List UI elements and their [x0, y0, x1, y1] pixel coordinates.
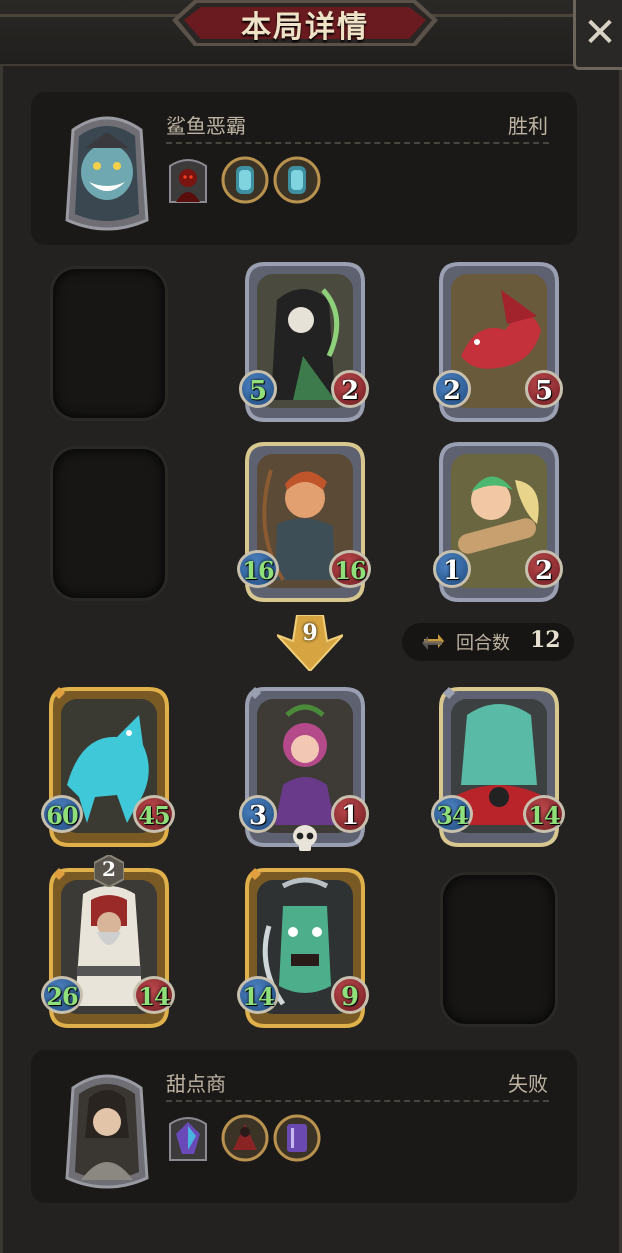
- turn-marker-number: 9: [302, 620, 318, 646]
- swap-arrows-icon: [422, 634, 444, 650]
- level-number: 2: [102, 857, 116, 881]
- attack-stat: 14: [237, 976, 279, 1014]
- unit-card-fairy[interactable]: 1 2: [433, 440, 563, 604]
- blue-potion-relic-icon[interactable]: [221, 156, 269, 204]
- health-stat: 14: [523, 795, 565, 833]
- attack-stat: 2: [433, 370, 471, 408]
- page-title: 本局详情: [241, 10, 369, 45]
- player-result: 失败: [508, 1072, 548, 1096]
- health-stat: 1: [331, 795, 369, 833]
- close-icon[interactable]: ✕: [580, 10, 620, 56]
- attack-stat: 26: [41, 976, 83, 1014]
- unit-card-red-dragon[interactable]: 2 5: [433, 260, 563, 424]
- attack-stat: 1: [433, 550, 471, 588]
- attack-stat: 16: [237, 550, 279, 588]
- unit-card-hooded-sage[interactable]: 26 14: [41, 866, 175, 1030]
- attack-stat: 5: [239, 370, 277, 408]
- player-name: 甜点商: [166, 1072, 226, 1096]
- divider: [166, 1100, 549, 1102]
- close-button[interactable]: ✕: [573, 0, 622, 70]
- health-stat: 14: [133, 976, 175, 1014]
- round-label: 回合数: [456, 633, 510, 654]
- dark-figure-relic-icon[interactable]: [164, 156, 212, 204]
- red-cloak-relic-icon[interactable]: [221, 1114, 269, 1162]
- dessert-merchant-portrait-icon: [59, 1068, 155, 1192]
- health-stat: 45: [133, 795, 175, 833]
- unit-card-forest-totem[interactable]: 14 9: [237, 866, 369, 1030]
- opponent-name: 鲨鱼恶霸: [166, 114, 246, 138]
- round-counter: 回合数 12: [402, 623, 574, 661]
- unit-card-grim-reaper[interactable]: 5 2: [239, 260, 369, 424]
- health-stat: 9: [331, 976, 369, 1014]
- shark-bully-portrait-icon: [59, 110, 155, 234]
- attack-stat: 3: [239, 795, 277, 833]
- divider: [166, 142, 549, 144]
- blue-potion-relic-icon[interactable]: [273, 156, 321, 204]
- health-stat: 2: [525, 550, 563, 588]
- health-stat: 5: [525, 370, 563, 408]
- empty-unit-slot: [440, 872, 558, 1027]
- player-card: 甜点商 失败: [31, 1050, 577, 1203]
- skull-icon: [293, 825, 317, 851]
- attack-stat: 34: [431, 795, 473, 833]
- health-stat: 16: [329, 550, 371, 588]
- empty-unit-slot: [50, 446, 168, 601]
- purple-crystal-relic-icon[interactable]: [164, 1114, 212, 1162]
- health-stat: 2: [331, 370, 369, 408]
- unit-card-spirit-wolf[interactable]: 60 45: [41, 685, 175, 849]
- attack-stat: 60: [41, 795, 83, 833]
- unit-card-ghost-ogre[interactable]: 34 14: [431, 685, 565, 849]
- opponent-card: 鲨鱼恶霸 胜利: [31, 92, 577, 245]
- purple-book-relic-icon[interactable]: [273, 1114, 321, 1162]
- unit-card-elf-archer[interactable]: 16 16: [237, 440, 371, 604]
- empty-unit-slot: [50, 266, 168, 421]
- opponent-result: 胜利: [508, 114, 548, 138]
- title-plate: 本局详情: [172, 0, 438, 48]
- round-number: 12: [530, 627, 561, 653]
